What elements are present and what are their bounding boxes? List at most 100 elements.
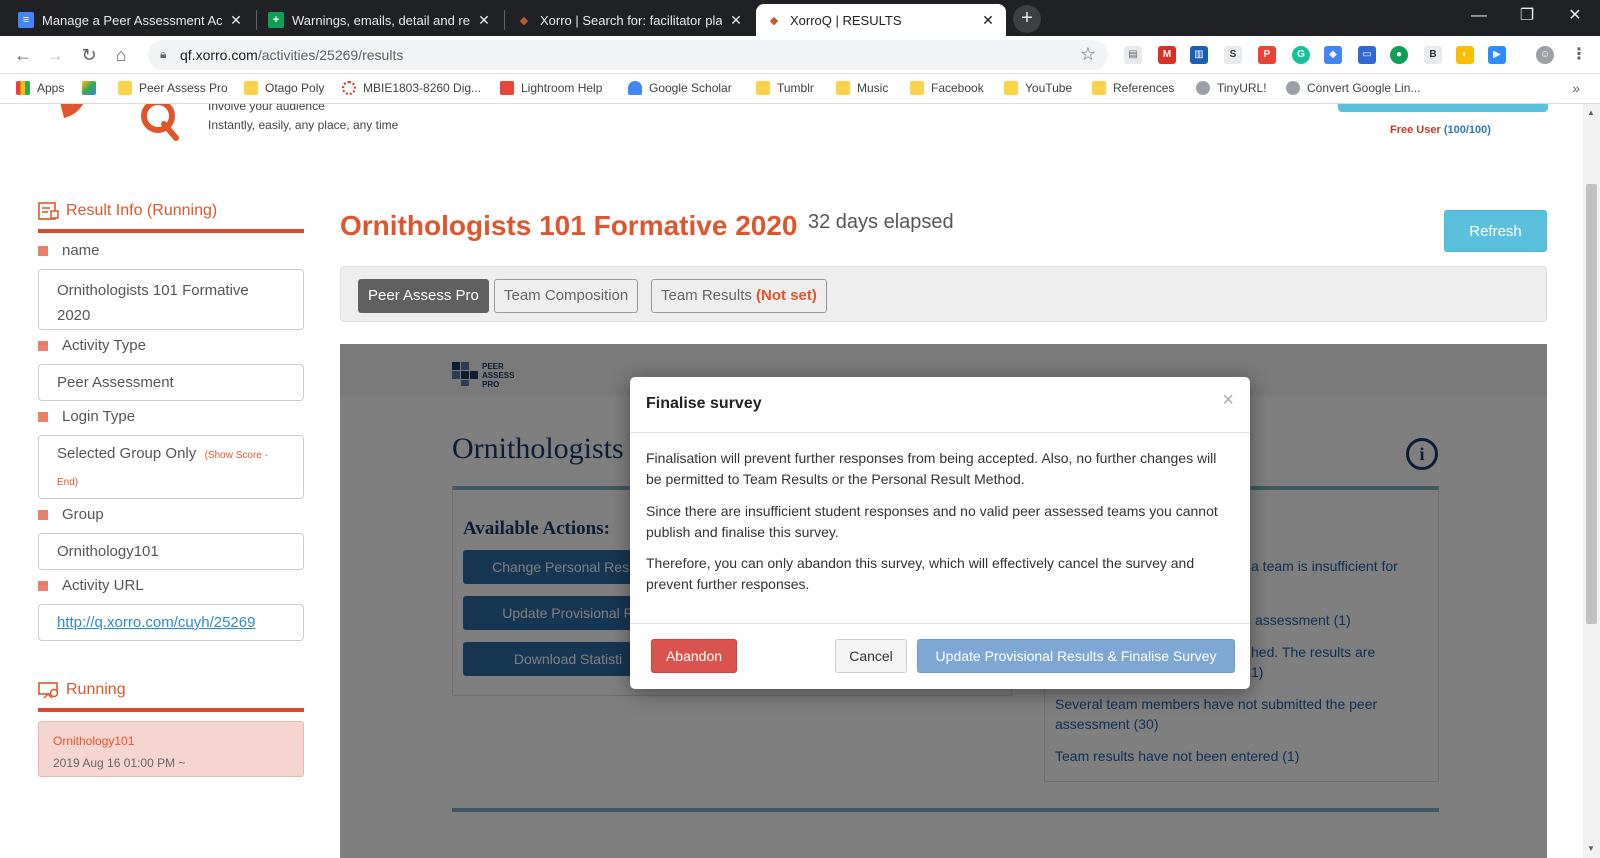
screen-extension-icon[interactable]: ▭ <box>1358 46 1376 64</box>
bookmark-convert-google[interactable]: Convert Google Lin... <box>1286 81 1420 95</box>
close-icon[interactable]: × <box>1222 389 1234 412</box>
new-tab-button[interactable]: + <box>1013 5 1041 33</box>
bookmark-tinyurl[interactable]: TinyURL! <box>1196 81 1267 95</box>
bullet-square-icon <box>38 340 48 351</box>
scholar-icon <box>628 81 642 95</box>
address-bar[interactable]: 🔒︎ qf.xorro.com/activities/25269/results… <box>148 40 1108 70</box>
dialog-paragraph-abandon: Therefore, you can only abandon this sur… <box>646 555 1195 592</box>
bookmark-lightroom-help[interactable]: Lightroom Help <box>500 81 602 95</box>
profile-avatar[interactable]: ☺ <box>1536 46 1554 64</box>
analytics-extension-icon[interactable]: ▥ <box>1190 46 1208 64</box>
page-extension-icon[interactable]: ▤ <box>1124 46 1142 64</box>
menu-kebab-icon[interactable]: ⋮ <box>1570 46 1588 64</box>
close-icon[interactable]: ✕ <box>728 12 744 29</box>
activity-url-link[interactable]: http://q.xorro.com/cuyh/25269 <box>57 614 255 631</box>
restore-icon[interactable]: ❐ <box>1504 0 1550 32</box>
presentation-icon <box>38 682 59 699</box>
tab-title: Warnings, emails, detail and rem <box>292 12 470 28</box>
page-scrollbar[interactable]: ▲ ▼ <box>1583 104 1600 858</box>
bookmark-google-scholar[interactable]: Google Scholar <box>628 81 732 95</box>
activity-url-box: http://q.xorro.com/cuyh/25269 <box>38 604 304 641</box>
bookmark-mbie[interactable]: MBIE1803-8260 Dig... <box>342 81 481 95</box>
tab-separator <box>504 10 505 30</box>
bookmark-references[interactable]: References <box>1092 81 1174 95</box>
elapsed-days: 32 days elapsed <box>808 211 954 233</box>
adobe-icon <box>500 81 514 95</box>
folder-icon <box>756 81 770 95</box>
free-user-status: Free User (100/100) <box>1390 124 1491 136</box>
home-icon[interactable]: ⌂ <box>108 42 134 68</box>
mbie-icon <box>342 81 356 95</box>
color-extension-icon[interactable]: ◐ <box>1456 46 1474 64</box>
url-text: qf.xorro.com/activities/25269/results <box>180 47 404 63</box>
cancel-button[interactable]: Cancel <box>835 639 907 673</box>
minimize-icon[interactable]: — <box>1456 0 1502 32</box>
browser-tab-warnings[interactable]: + Warnings, emails, detail and rem ✕ <box>258 4 502 36</box>
finalise-survey-dialog: Finalise survey × Finalisation will prev… <box>630 377 1250 689</box>
abandon-button[interactable]: Abandon <box>651 639 737 673</box>
tab-peer-assess-pro[interactable]: Peer Assess Pro <box>358 279 489 313</box>
folder-icon <box>836 81 850 95</box>
reload-icon[interactable]: ↻ <box>76 42 102 68</box>
dialog-footer: Abandon Cancel Update Provisional Result… <box>630 623 1250 689</box>
bookmark-star-icon[interactable]: ☆ <box>1080 44 1096 65</box>
bookmark-drive[interactable] <box>82 81 103 95</box>
running-date: 2019 Aug 16 01:00 PM ~ <box>53 756 186 770</box>
activity-type-label: Activity Type <box>38 337 146 354</box>
tab-title: Manage a Peer Assessment Activ <box>42 12 222 28</box>
bullet-square-icon <box>38 580 48 591</box>
window-close-icon[interactable]: ✕ <box>1552 0 1598 32</box>
bookmark-apps[interactable]: Apps <box>16 81 64 95</box>
name-label: name <box>38 242 100 259</box>
bookmark-youtube[interactable]: YouTube <box>1004 81 1072 95</box>
bookmark-tumblr[interactable]: Tumblr <box>756 81 814 95</box>
scrollbar-thumb[interactable] <box>1586 184 1597 624</box>
folder-icon <box>1092 81 1106 95</box>
back-icon[interactable]: ← <box>10 42 36 68</box>
result-info-heading: Result Info (Running) <box>38 202 217 220</box>
folder-icon <box>910 81 924 95</box>
browser-tab-manage-peer[interactable]: ≡ Manage a Peer Assessment Activ ✕ <box>8 4 254 36</box>
sheets-plus-icon: + <box>268 12 284 28</box>
close-icon[interactable]: ✕ <box>476 12 492 29</box>
group-value: Ornithology101 <box>38 533 304 570</box>
pdf-extension-icon[interactable]: P <box>1258 46 1276 64</box>
dropbox-extension-icon[interactable]: ◆ <box>1324 46 1342 64</box>
close-icon[interactable]: ✕ <box>980 12 996 29</box>
refresh-button[interactable]: Refresh <box>1444 210 1547 252</box>
dialog-paragraph-insufficient: Since there are insufficient student res… <box>646 503 1218 540</box>
name-value: Ornithologists 101 Formative 2020 <box>38 269 304 330</box>
zoom-extension-icon[interactable]: ▶ <box>1488 46 1506 64</box>
bookmark-peer-assess-pro[interactable]: Peer Assess Pro <box>118 81 228 95</box>
tab-title: Xorro | Search for: facilitator plan <box>540 12 722 28</box>
browser-tab-xorro-search[interactable]: ◆ Xorro | Search for: facilitator plan ✕ <box>506 4 754 36</box>
bookmark-otago-poly[interactable]: Otago Poly <box>244 81 324 95</box>
update-and-finalise-button[interactable]: Update Provisional Results & Finalise Su… <box>917 639 1235 673</box>
docs-icon: ≡ <box>18 12 34 28</box>
grammarly-extension-icon[interactable]: G <box>1292 46 1310 64</box>
login-type-label: Login Type <box>38 408 135 425</box>
s-extension-icon[interactable]: S <box>1224 46 1242 64</box>
running-session-card[interactable]: Ornithology101 2019 Aug 16 01:00 PM ~ <box>38 721 304 777</box>
tab-separator <box>256 10 257 30</box>
tab-team-results[interactable]: Team Results (Not set) <box>651 279 827 313</box>
xorro-fox-icon: ◆ <box>769 14 779 27</box>
activity-type-value: Peer Assessment <box>38 364 304 401</box>
bookmark-music[interactable]: Music <box>836 81 888 95</box>
forward-icon[interactable]: → <box>42 42 68 68</box>
b-extension-icon[interactable]: B <box>1424 46 1442 64</box>
gmail-extension-icon[interactable]: M <box>1158 46 1176 64</box>
bookmarks-overflow-icon[interactable]: » <box>1572 80 1580 96</box>
bookmark-facebook[interactable]: Facebook <box>910 81 984 95</box>
browser-tab-xorroq-results[interactable]: ◆ XorroQ | RESULTS ✕ <box>756 4 1006 36</box>
close-icon[interactable]: ✕ <box>228 12 244 29</box>
browser-tab-bar: ≡ Manage a Peer Assessment Activ ✕ + War… <box>0 0 1600 36</box>
scroll-up-icon[interactable]: ▲ <box>1587 108 1595 117</box>
chat-extension-icon[interactable]: ● <box>1390 46 1408 64</box>
apps-grid-icon <box>16 81 30 95</box>
dialog-title: Finalise survey <box>646 395 762 412</box>
top-user-button[interactable] <box>1338 104 1548 112</box>
divider <box>38 708 304 712</box>
scroll-down-icon[interactable]: ▼ <box>1587 844 1595 853</box>
tab-team-composition[interactable]: Team Composition <box>494 279 639 313</box>
